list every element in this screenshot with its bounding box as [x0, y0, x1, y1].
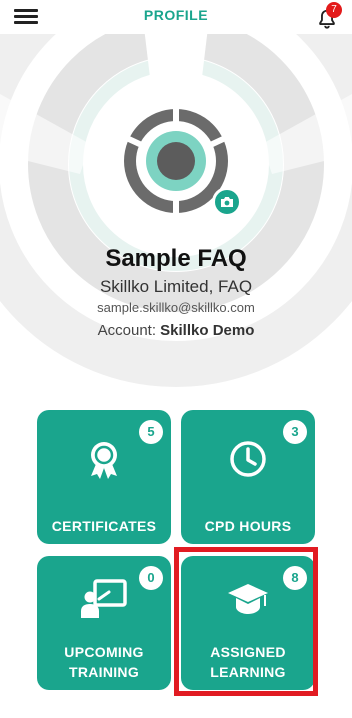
cpd-hours-tile[interactable]: 3 CPD HOURS: [181, 410, 315, 544]
certificates-label: CERTIFICATES: [51, 518, 157, 534]
upcoming-training-label-line1: UPCOMING: [64, 644, 144, 660]
cpd-hours-label: CPD HOURS: [204, 518, 292, 534]
page-title: PROFILE: [143, 7, 209, 23]
presentation-icon: [81, 579, 127, 618]
profile-account: Account: Skillko Demo: [0, 322, 352, 339]
certificates-tile[interactable]: 5 CERTIFICATES: [37, 410, 171, 544]
graduation-cap-icon: [228, 584, 268, 614]
profile-email: sample.skillko@skillko.com: [97, 300, 255, 315]
award-ribbon-icon: [91, 442, 117, 479]
upcoming-training-label-line2: TRAINING: [68, 664, 140, 680]
upcoming-training-tile[interactable]: 0 UPCOMING TRAINING: [37, 556, 171, 690]
account-label: Account:: [97, 322, 156, 339]
assigned-learning-tile[interactable]: 8 ASSIGNED LEARNING: [181, 556, 315, 690]
assigned-learning-label: ASSIGNED LEARNING: [181, 642, 315, 682]
camera-icon: [221, 197, 233, 207]
upcoming-training-label: UPCOMING TRAINING: [37, 642, 171, 682]
app-header: PROFILE 7: [0, 0, 352, 34]
account-value: Skillko Demo: [160, 322, 255, 339]
clock-icon: [230, 441, 266, 477]
profile-name: Sample FAQ: [105, 245, 247, 272]
profile-company: Skillko Limited, FAQ: [99, 277, 253, 296]
assigned-learning-label-line1: ASSIGNED: [210, 644, 286, 660]
change-photo-button[interactable]: [212, 187, 242, 217]
notification-badge: 7: [326, 2, 342, 18]
assigned-learning-label-line2: LEARNING: [210, 664, 286, 680]
